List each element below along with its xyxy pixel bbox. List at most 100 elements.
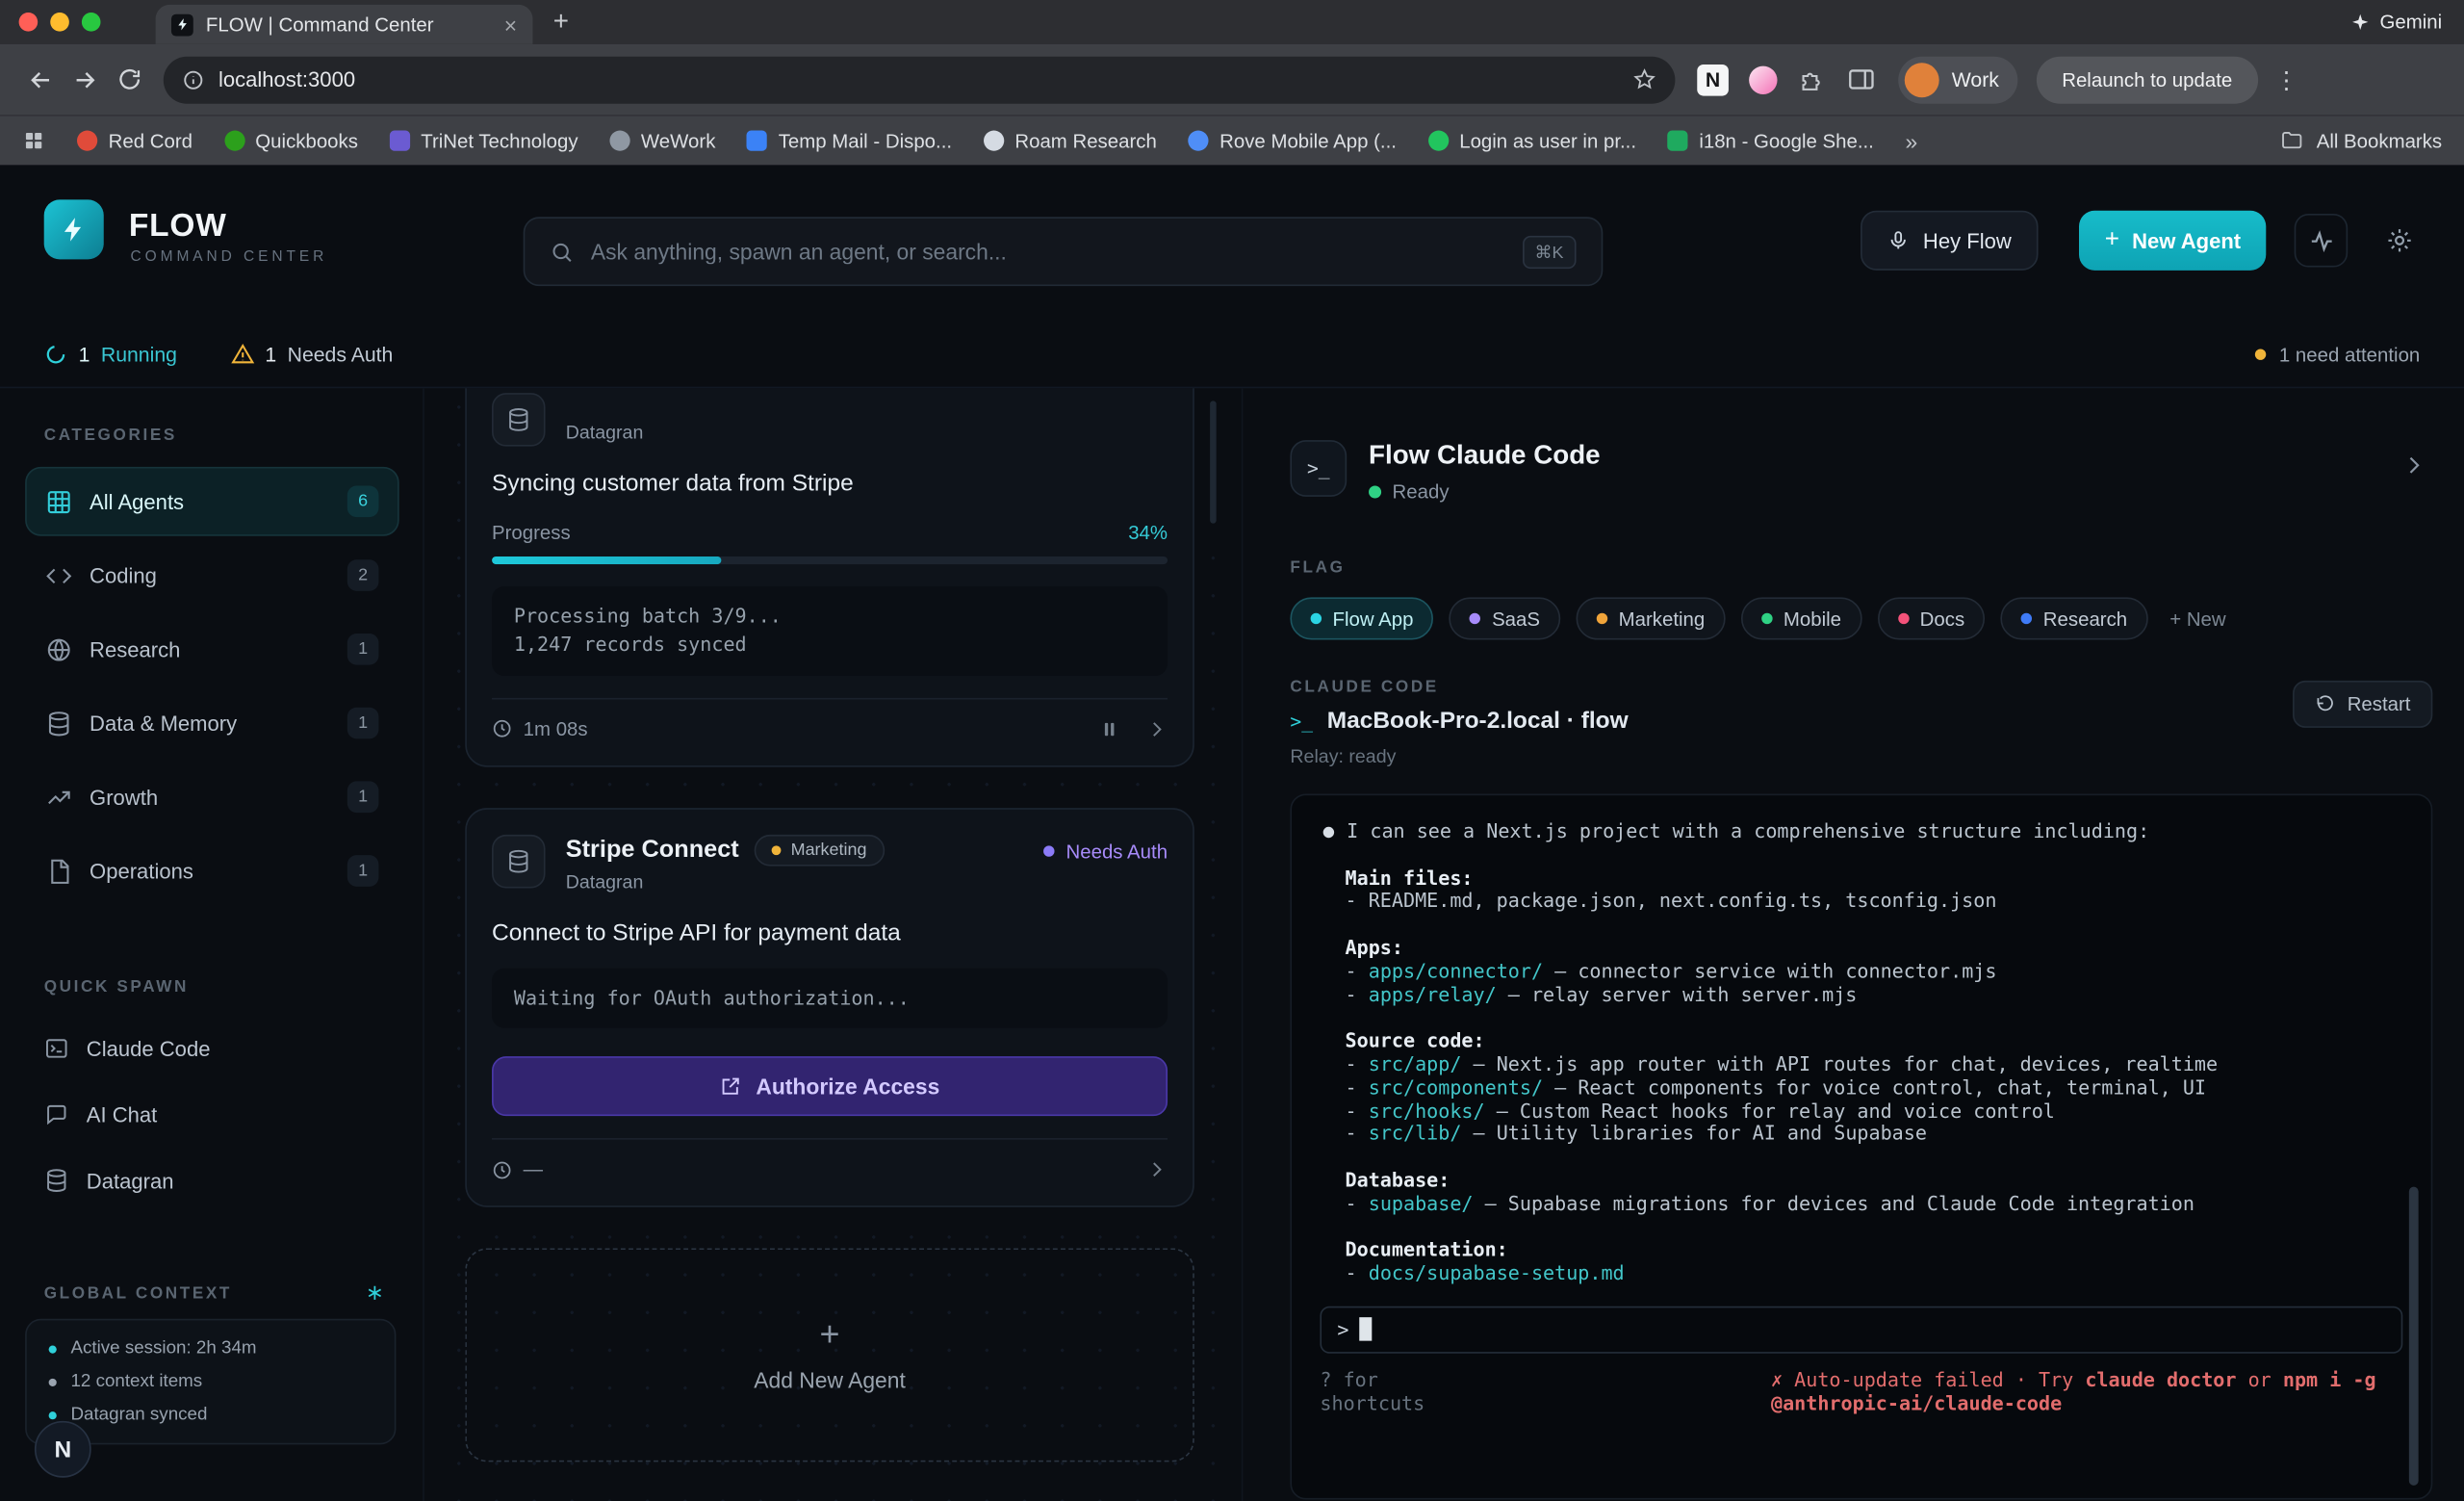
activity-button[interactable] <box>2295 214 2348 268</box>
gemini-badge[interactable]: Gemini <box>2351 0 2442 44</box>
sidebar-item-research[interactable]: Research 1 <box>25 614 399 684</box>
minimize-window-button[interactable] <box>50 13 69 32</box>
terminal-input[interactable]: > <box>1320 1307 2402 1354</box>
count-badge: 1 <box>347 855 379 887</box>
flag-chip-docs[interactable]: Docs <box>1878 597 1986 639</box>
plus-icon: + <box>2105 226 2119 254</box>
bookmark-item[interactable]: i18n - Google She... <box>1668 130 1874 152</box>
browser-menu-icon[interactable]: ⋮ <box>2273 65 2301 93</box>
reload-button[interactable] <box>107 58 151 102</box>
site-info-icon[interactable] <box>182 68 204 91</box>
elapsed-time: — <box>524 1159 543 1181</box>
add-new-agent-card[interactable]: + Add New Agent <box>465 1249 1194 1462</box>
bookmark-item[interactable]: Rove Mobile App (... <box>1188 130 1396 152</box>
bookmark-item[interactable]: WeWork <box>609 130 715 152</box>
sidebar-item-all-agents[interactable]: All Agents 6 <box>25 467 399 536</box>
side-panel-icon[interactable] <box>1846 65 1876 94</box>
tab-close-icon[interactable]: × <box>504 13 517 36</box>
back-button[interactable] <box>19 58 64 102</box>
sidebar-item-coding[interactable]: Coding 2 <box>25 541 399 610</box>
categories-list: All Agents 6 Coding 2 Research 1 Data & … <box>0 467 423 906</box>
floating-avatar[interactable]: N <box>35 1421 91 1478</box>
terminal-scrollbar[interactable] <box>2409 1187 2419 1486</box>
extensions-puzzle-icon[interactable] <box>1798 66 1825 93</box>
output-bullet-icon <box>1323 827 1334 838</box>
quick-spawn-claude-code[interactable]: Claude Code <box>25 1016 399 1082</box>
restart-icon <box>2314 694 2334 714</box>
bookmark-item[interactable]: Roam Research <box>984 130 1157 152</box>
close-window-button[interactable] <box>19 13 38 32</box>
settings-button[interactable] <box>2373 214 2426 268</box>
add-flag-button[interactable]: + New <box>2164 608 2232 630</box>
needs-auth-status[interactable]: 1 Needs Auth <box>230 343 393 366</box>
url-text[interactable]: localhost:3000 <box>218 67 1619 91</box>
flag-chip-mobile[interactable]: Mobile <box>1741 597 1861 639</box>
search-input[interactable] <box>591 239 1505 264</box>
authorize-access-button[interactable]: Authorize Access <box>492 1057 1168 1117</box>
host-line: MacBook-Pro-2.local · flow <box>1327 708 1629 735</box>
sidebar-item-growth[interactable]: Growth 1 <box>25 763 399 832</box>
profile-chip[interactable]: Work <box>1898 56 2017 103</box>
bookmark-item[interactable]: TriNet Technology <box>390 130 578 152</box>
browser-tabstrip: FLOW | Command Center × + Gemini <box>0 0 2464 44</box>
terminal-icon: >_ <box>1290 440 1347 497</box>
agent-card-running[interactable]: Datagran Syncing customer data from Stri… <box>465 388 1194 766</box>
count-badge: 1 <box>347 634 379 665</box>
chevron-right-icon[interactable] <box>1145 1159 1168 1181</box>
sidebar-item-operations[interactable]: Operations 1 <box>25 837 399 906</box>
forward-button[interactable] <box>63 58 107 102</box>
trend-up-icon <box>45 784 72 811</box>
terminal-cursor <box>1360 1318 1373 1341</box>
chevron-right-icon[interactable] <box>2401 453 2426 478</box>
flag-chip-saas[interactable]: SaaS <box>1450 597 1560 639</box>
app-name: FLOW <box>129 208 227 246</box>
context-sparkle-icon[interactable] <box>365 1282 385 1303</box>
restart-button[interactable]: Restart <box>2293 681 2433 728</box>
bookmark-item[interactable]: Temp Mail - Dispo... <box>747 130 952 152</box>
command-search[interactable]: ⌘K <box>524 217 1604 286</box>
quick-spawn-ai-chat[interactable]: AI Chat <box>25 1081 399 1148</box>
tab-favicon-icon <box>171 13 193 36</box>
chevron-right-icon[interactable] <box>1145 718 1168 740</box>
browser-tab[interactable]: FLOW | Command Center × <box>156 5 533 44</box>
tag-badge: Marketing <box>755 835 884 867</box>
notion-extension-icon[interactable]: N <box>1697 64 1729 95</box>
apps-grid-icon[interactable] <box>22 129 45 152</box>
bookmarks-overflow-icon[interactable]: » <box>1906 128 1918 153</box>
quick-spawn-title: QUICK SPAWN <box>0 978 423 997</box>
claude-code-panel: >_ Flow Claude Code Ready FLAG Flow App … <box>1242 388 2464 1501</box>
new-agent-button[interactable]: + New Agent <box>2080 211 2267 271</box>
console-output: Processing batch 3/9... 1,247 records sy… <box>492 586 1168 676</box>
context-dot-icon <box>49 1410 57 1418</box>
bookmark-star-icon[interactable] <box>1632 67 1656 91</box>
agent-card-stripe-connect[interactable]: Needs Auth Stripe Connect Marketing <box>465 808 1194 1207</box>
sidebar-item-data-memory[interactable]: Data & Memory 1 <box>25 688 399 758</box>
running-status[interactable]: 1 Running <box>44 343 177 366</box>
database-icon <box>492 835 546 889</box>
hey-flow-button[interactable]: Hey Flow <box>1861 211 2039 271</box>
bookmark-favicon <box>609 131 629 151</box>
terminal-output[interactable]: I can see a Next.js project with a compr… <box>1290 793 2432 1499</box>
flag-chip-flow-app[interactable]: Flow App <box>1290 597 1433 639</box>
cards-scrollbar[interactable] <box>1210 401 1217 523</box>
app-subtitle: COMMAND CENTER <box>131 248 328 266</box>
url-bar[interactable]: localhost:3000 <box>164 56 1676 103</box>
pause-icon[interactable] <box>1098 718 1120 740</box>
mic-icon <box>1886 229 1909 251</box>
all-bookmarks-button[interactable]: All Bookmarks <box>2280 129 2442 152</box>
browser-toolbar: localhost:3000 N Work Relaunch to update… <box>0 44 2464 115</box>
quick-spawn-datagran[interactable]: Datagran <box>25 1148 399 1214</box>
bookmark-item[interactable]: Login as user in pr... <box>1428 130 1636 152</box>
relaunch-to-update-button[interactable]: Relaunch to update <box>2037 56 2257 103</box>
chat-icon <box>44 1101 69 1126</box>
progress-label: Progress <box>492 522 571 544</box>
maximize-window-button[interactable] <box>82 13 101 32</box>
bookmark-favicon <box>1668 131 1688 151</box>
new-tab-button[interactable]: + <box>553 5 569 39</box>
panel-header[interactable]: >_ Flow Claude Code Ready <box>1290 440 2432 503</box>
bookmark-item[interactable]: Quickbooks <box>224 130 358 152</box>
bookmark-item[interactable]: Red Cord <box>77 130 192 152</box>
extension-icon[interactable] <box>1749 65 1777 93</box>
flag-chip-research[interactable]: Research <box>2001 597 2148 639</box>
flag-chip-marketing[interactable]: Marketing <box>1577 597 1726 639</box>
